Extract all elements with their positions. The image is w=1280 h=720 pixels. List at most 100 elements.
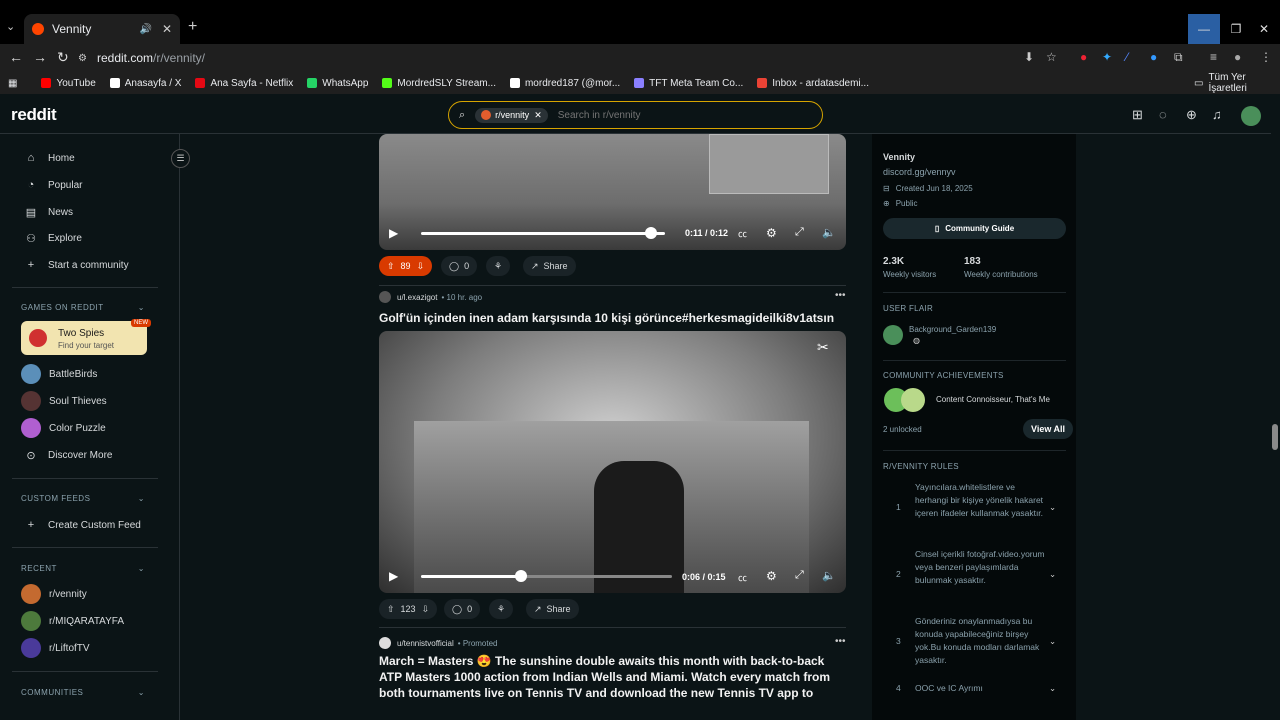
rule-4[interactable]: 4 OOC ve IC Ayrımı ⌄	[883, 682, 1066, 696]
apps-grid-icon[interactable]: ▦	[8, 78, 17, 89]
new-tab-button[interactable]: +	[188, 18, 197, 36]
post-author[interactable]: u/l.exazigot	[397, 293, 437, 302]
recent-header[interactable]: RECENT ⌄	[21, 564, 145, 573]
search-input[interactable]	[557, 109, 758, 121]
post2-award[interactable]: ⚘	[489, 599, 514, 619]
view-all-button[interactable]: View All	[1023, 419, 1074, 439]
bookmark-item[interactable]: mordred187 (@mor...	[509, 78, 620, 89]
captions-icon[interactable]: ㏄	[738, 571, 747, 584]
captions-icon[interactable]: ㏄	[738, 227, 747, 240]
scrollbar-thumb[interactable]	[1272, 424, 1278, 450]
tab-search-chevron-icon[interactable]: ⌄	[6, 20, 15, 33]
game-battlebirds[interactable]: BattleBirds	[21, 364, 97, 384]
extension-blue-icon[interactable]: ●	[1150, 50, 1157, 64]
extension-pen-icon[interactable]: ⁄	[1126, 50, 1128, 64]
media-control-icon[interactable]: ≡	[1210, 50, 1217, 64]
discover-more[interactable]: ⊙ Discover More	[24, 449, 112, 462]
bookmark-item[interactable]: WhatsApp	[307, 78, 368, 89]
bookmark-star-icon[interactable]: ☆	[1046, 50, 1057, 64]
nav-explore[interactable]: ⚇ Explore	[24, 232, 82, 245]
post2-video[interactable]: ✂	[379, 331, 846, 593]
fullscreen-icon[interactable]: ⤢	[795, 226, 804, 239]
downvote-icon[interactable]: ⇩	[422, 604, 430, 615]
featured-game-two-spies[interactable]: NEW Two Spies Find your target	[21, 319, 151, 355]
communities-header[interactable]: COMMUNITIES ⌄	[21, 688, 145, 697]
install-app-icon[interactable]: ⬇	[1024, 50, 1034, 64]
post2-share[interactable]: ↗ Share	[526, 599, 579, 619]
page-scrollbar[interactable]	[1271, 96, 1280, 706]
url-field[interactable]: ⚙ reddit.com/r/vennity/	[78, 47, 1068, 69]
settings-gear-icon[interactable]: ⚙	[766, 569, 777, 583]
search-bar[interactable]: ⌕ r/vennity ✕	[448, 101, 823, 129]
extension-red-icon[interactable]: ●	[1080, 50, 1087, 64]
post3-title[interactable]: March = Masters 😍 The sunshine double aw…	[379, 653, 839, 701]
bookmark-item[interactable]: YouTube	[41, 78, 96, 89]
notifications-bell-icon[interactable]: ♫	[1212, 107, 1222, 122]
site-info-icon[interactable]: ⚙	[78, 53, 87, 64]
games-section-header[interactable]: GAMES ON REDDIT ⌄	[21, 303, 145, 312]
post-author[interactable]: u/tennistvofficial	[397, 639, 454, 648]
bookmark-item[interactable]: Anasayfa / X	[109, 78, 181, 89]
back-arrow-icon[interactable]: ←	[9, 49, 23, 65]
game-color-puzzle[interactable]: Color Puzzle	[21, 418, 106, 438]
post1-comments[interactable]: ◯ 0	[441, 256, 478, 276]
bookmark-item[interactable]: Inbox - ardatasdemi...	[757, 78, 869, 89]
recent-miqaratayfa[interactable]: r/MIQARATAYFA	[21, 611, 124, 631]
community-link[interactable]: discord.gg/vennyv	[883, 167, 956, 177]
play-icon[interactable]: ▶	[389, 226, 398, 240]
browser-tab[interactable]: Vennity 🔊 ✕	[24, 14, 180, 44]
recent-liftoftv[interactable]: r/LiftofTV	[21, 638, 90, 658]
volume-icon[interactable]: 🔈	[822, 569, 836, 582]
rule-2[interactable]: 2 Cinsel içerikli fotoğraf.video.yorum ve…	[883, 548, 1066, 600]
chip-close-icon[interactable]: ✕	[534, 110, 542, 121]
recent-vennity[interactable]: r/vennity	[21, 584, 87, 604]
create-post-icon[interactable]: ⊕	[1186, 107, 1197, 123]
game-soul-thieves[interactable]: Soul Thieves	[21, 391, 107, 411]
create-custom-feed[interactable]: + Create Custom Feed	[24, 519, 141, 531]
chevron-down-icon[interactable]: ⌄	[1049, 682, 1056, 695]
post-menu-icon[interactable]: •••	[835, 636, 846, 647]
upvote-icon[interactable]: ⇧	[387, 261, 395, 272]
ad-icon[interactable]: ⊞	[1132, 107, 1143, 123]
rule-3[interactable]: 3 Gönderiniz onaylanmadıysa bu konuda yap…	[883, 615, 1066, 667]
post1-progress-bar[interactable]	[421, 232, 665, 235]
collapse-sidebar-button[interactable]: ☰	[171, 149, 190, 168]
chevron-down-icon[interactable]: ⌄	[1049, 568, 1056, 581]
close-tab-icon[interactable]: ✕	[162, 22, 172, 36]
reddit-logo[interactable]: reddit	[11, 105, 57, 125]
downvote-icon[interactable]: ⇩	[417, 261, 425, 272]
upvote-icon[interactable]: ⇧	[387, 604, 395, 615]
post2-vote[interactable]: ⇧ 123 ⇩	[379, 599, 438, 619]
reload-icon[interactable]: ↻	[57, 49, 69, 66]
profile-icon[interactable]: ●	[1234, 50, 1241, 64]
nav-popular[interactable]: ◔ Popular	[24, 179, 83, 191]
post1-share[interactable]: ↗ Share	[523, 256, 576, 276]
post-menu-icon[interactable]: •••	[835, 290, 846, 301]
post2-comments[interactable]: ◯ 0	[444, 599, 481, 619]
settings-gear-icon[interactable]: ⚙	[766, 226, 777, 240]
nav-home[interactable]: ⌂ Home	[24, 152, 75, 164]
forward-arrow-icon[interactable]: →	[33, 49, 47, 65]
extension-translate-icon[interactable]: ✦	[1102, 50, 1112, 64]
play-icon[interactable]: ▶	[389, 569, 398, 583]
volume-icon[interactable]: 🔈	[822, 226, 836, 239]
extensions-puzzle-icon[interactable]: ⧉	[1174, 50, 1183, 65]
community-guide-button[interactable]: ▯ Community Guide	[883, 218, 1066, 239]
custom-feeds-header[interactable]: CUSTOM FEEDS ⌄	[21, 494, 145, 503]
nav-start-community[interactable]: + Start a community	[24, 259, 129, 271]
flair-username[interactable]: Background_Garden139	[909, 325, 996, 334]
bookmark-item[interactable]: MordredSLY Stream...	[382, 78, 496, 89]
menu-kebab-icon[interactable]: ⋮	[1260, 50, 1272, 64]
bookmark-item[interactable]: Ana Sayfa - Netflix	[195, 78, 293, 89]
fullscreen-icon[interactable]: ⤢	[795, 569, 804, 582]
bookmark-item[interactable]: TFT Meta Team Co...	[634, 78, 743, 89]
search-community-chip[interactable]: r/vennity ✕	[475, 107, 548, 123]
nav-news[interactable]: ▤ News	[24, 206, 73, 219]
minimize-button[interactable]: —	[1188, 14, 1220, 44]
post1-vote[interactable]: ⇧ 89 ⇩	[379, 256, 433, 276]
close-window-button[interactable]: ✕	[1248, 14, 1280, 44]
user-avatar[interactable]	[1241, 106, 1261, 126]
all-bookmarks[interactable]: ▭ Tüm Yer İşaretleri	[1194, 72, 1280, 94]
chat-icon[interactable]: ◌	[1159, 107, 1167, 122]
chevron-down-icon[interactable]: ⌄	[1049, 501, 1056, 514]
